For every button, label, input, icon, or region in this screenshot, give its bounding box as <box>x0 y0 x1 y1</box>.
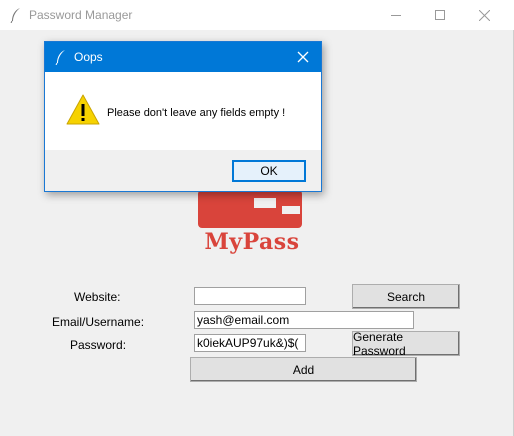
close-icon <box>478 9 490 21</box>
feather-icon <box>10 8 20 23</box>
main-titlebar[interactable]: Password Manager <box>0 0 514 30</box>
password-label: Password: <box>70 338 127 352</box>
oops-dialog: Oops Please don't leave any fields empty… <box>44 41 322 192</box>
maximize-icon <box>435 10 445 20</box>
password-input[interactable]: k0iekAUP97uk&)$( <box>194 334 306 352</box>
minimize-button[interactable] <box>374 0 418 30</box>
warning-icon <box>66 94 100 125</box>
dialog-body: Please don't leave any fields empty ! <box>45 72 321 150</box>
close-icon[interactable] <box>294 48 312 66</box>
generate-password-button[interactable]: Generate Password <box>352 330 460 358</box>
window-title: Password Manager <box>29 8 133 22</box>
website-input[interactable] <box>194 287 306 305</box>
website-label: Website: <box>74 290 121 304</box>
minimize-icon <box>391 15 401 16</box>
ok-button[interactable]: OK <box>232 160 306 182</box>
logo-text: MyPass <box>204 229 300 255</box>
close-button[interactable] <box>462 0 506 30</box>
dialog-titlebar[interactable]: Oops <box>45 42 321 72</box>
feather-icon <box>55 50 65 65</box>
email-label: Email/Username: <box>52 315 145 329</box>
dialog-message: Please don't leave any fields empty ! <box>107 107 286 119</box>
add-button[interactable]: Add <box>190 357 417 382</box>
dialog-title: Oops <box>74 50 103 64</box>
email-input[interactable]: yash@email.com <box>194 311 414 329</box>
maximize-button[interactable] <box>418 0 462 30</box>
search-button[interactable]: Search <box>352 284 460 309</box>
